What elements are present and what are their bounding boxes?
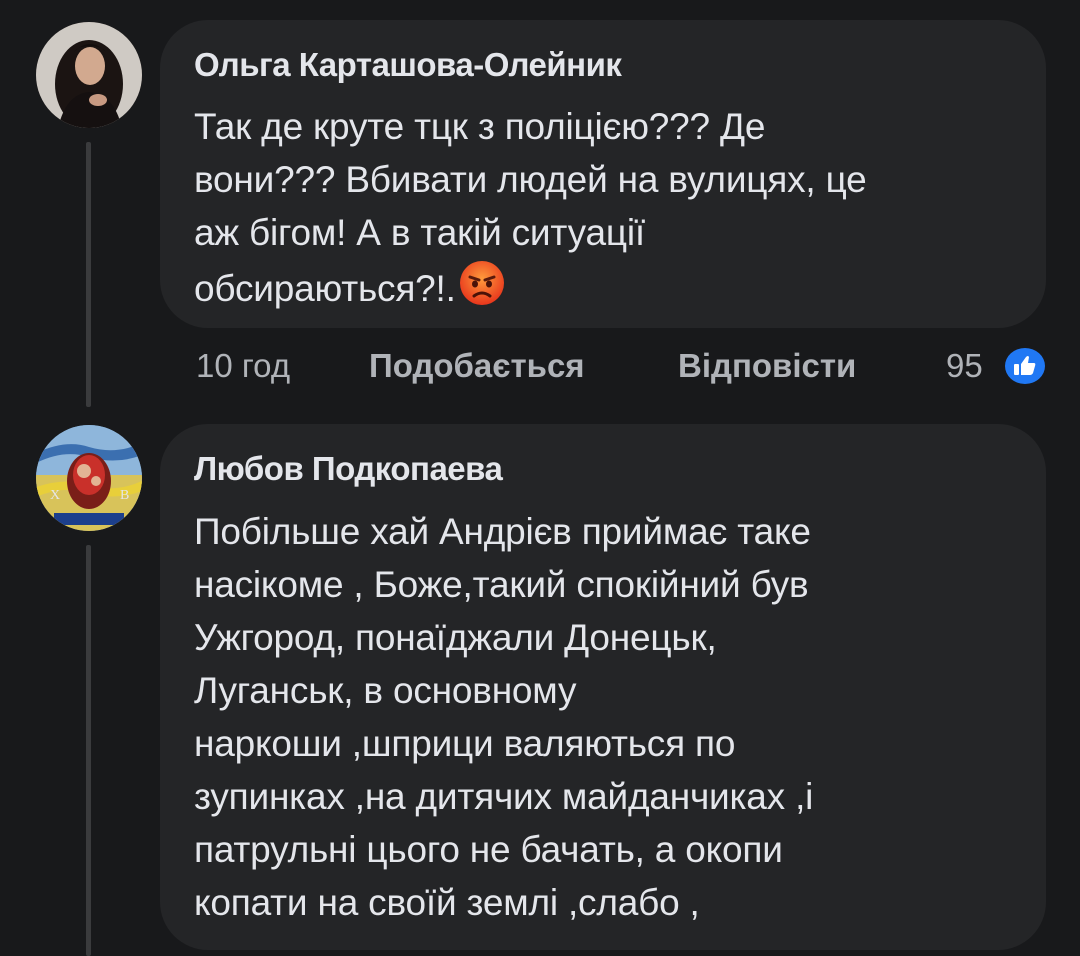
- comment-bubble: Ольга Карташова-Олейник Так де круте тцк…: [160, 20, 1046, 328]
- like-button[interactable]: Подобається: [369, 347, 585, 385]
- comment-line: наркоши ,шприци валяються по: [194, 723, 736, 764]
- comment-line: вони??? Вбивати людей на вулицях, це: [194, 159, 867, 200]
- comment-timestamp[interactable]: 10 год: [196, 347, 290, 385]
- comment-line: Луганськ, в основному: [194, 670, 577, 711]
- comment-bubble: Любов Подкопаева Побільше хай Андрієв пр…: [160, 424, 1046, 950]
- comment-line: Побільше хай Андрієв приймає таке: [194, 511, 811, 552]
- comment-line: зупинках ,на дитячих майданчиках ,і: [194, 776, 814, 817]
- comment-author[interactable]: Ольга Карташова-Олейник: [194, 46, 1046, 84]
- like-icon[interactable]: [1002, 345, 1048, 387]
- comment-line: аж бігом! А в такій ситуації: [194, 212, 645, 253]
- comment-actions: 10 год Подобається Відповісти 95: [196, 343, 1056, 393]
- thumbs-up-icon: [1014, 356, 1036, 375]
- reply-button[interactable]: Відповісти: [678, 347, 856, 385]
- reaction-count[interactable]: 95: [946, 347, 983, 385]
- comment-line: насікоме , Боже,такий спокійний був: [194, 564, 809, 605]
- avatar[interactable]: Х В: [36, 425, 142, 531]
- comment-author[interactable]: Любов Подкопаева: [194, 450, 1046, 488]
- comment-line: обсираються?!.: [194, 259, 1046, 315]
- comment-line-text: обсираються?!.: [194, 268, 456, 309]
- comment-text: Так де круте тцк з поліцією??? Де вони??…: [194, 100, 1046, 315]
- thread-line: [86, 545, 91, 956]
- svg-text:В: В: [120, 488, 129, 503]
- comment-line: копати на своїй землі ,слабо ,: [194, 882, 700, 923]
- comment-line: Так де круте тцк з поліцією??? Де: [194, 106, 766, 147]
- svg-text:Х: Х: [50, 488, 60, 503]
- comment-text: Побільше хай Андрієв приймає таке насіко…: [194, 505, 1046, 929]
- thread-line: [86, 142, 91, 407]
- avatar[interactable]: [36, 22, 142, 128]
- angry-face-emoji: [459, 261, 504, 305]
- avatar-photo: Х В: [36, 425, 142, 531]
- comment-line: патрульні цього не бачать, а окопи: [194, 829, 783, 870]
- comment-line: Ужгород, понаїджали Донецьк,: [194, 617, 717, 658]
- avatar-photo: [36, 22, 142, 128]
